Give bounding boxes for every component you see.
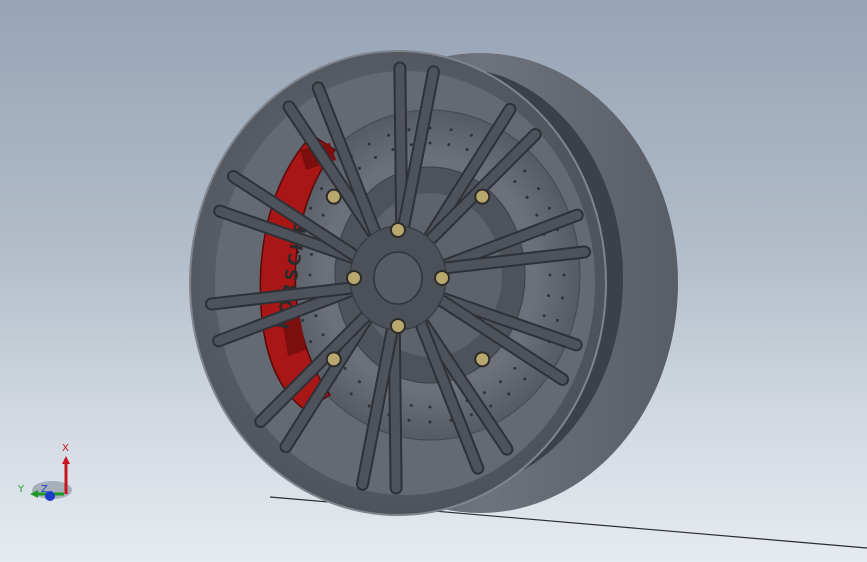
drill-hole xyxy=(482,391,486,395)
drill-hole xyxy=(309,252,313,256)
drill-hole xyxy=(349,392,353,396)
drill-hole xyxy=(357,380,361,384)
lug-nut xyxy=(390,318,406,334)
drill-hole xyxy=(535,213,539,217)
drill-hole xyxy=(489,404,493,408)
drill-hole xyxy=(513,366,517,370)
drill-hole xyxy=(309,206,313,210)
drill-hole xyxy=(499,380,503,384)
graphics-viewport[interactable]: PORSCHE X Y Z xyxy=(0,0,867,562)
drill-hole xyxy=(409,403,413,407)
orientation-triad[interactable] xyxy=(14,440,84,510)
drill-hole xyxy=(320,187,324,191)
triad-x-label: X xyxy=(62,443,69,454)
drill-hole xyxy=(555,318,559,322)
drill-hole xyxy=(387,133,391,137)
drill-hole xyxy=(542,314,546,318)
drill-hole xyxy=(469,133,473,137)
lug-nut xyxy=(346,270,362,286)
drill-hole xyxy=(562,273,566,277)
lug-nut xyxy=(325,188,342,205)
drill-hole xyxy=(523,169,527,173)
drill-hole xyxy=(547,294,551,298)
drill-hole xyxy=(536,187,540,191)
drill-hole xyxy=(357,166,361,170)
drill-hole xyxy=(301,318,305,322)
drill-hole xyxy=(469,413,473,417)
lug-nut xyxy=(474,188,491,205)
drill-hole xyxy=(548,273,552,277)
drill-hole xyxy=(321,333,325,337)
drill-hole xyxy=(391,147,395,151)
drill-hole xyxy=(314,314,318,318)
triad-y-label: Y xyxy=(18,484,25,495)
drill-hole xyxy=(321,213,325,217)
drill-hole xyxy=(547,206,551,210)
drill-hole xyxy=(407,128,411,132)
lug-nut xyxy=(390,222,406,238)
center-hub xyxy=(349,225,447,331)
drill-hole xyxy=(367,404,371,408)
drill-hole xyxy=(513,180,517,184)
drill-hole xyxy=(447,143,451,147)
wheel-model[interactable]: PORSCHE xyxy=(0,0,867,562)
drill-hole xyxy=(343,366,347,370)
drill-hole xyxy=(507,392,511,396)
drill-hole xyxy=(465,147,469,151)
triad-z-label: Z xyxy=(41,484,48,495)
drill-hole xyxy=(523,377,527,381)
drill-hole xyxy=(309,340,313,344)
lug-nut xyxy=(325,351,342,368)
drill-hole xyxy=(428,420,432,424)
drill-hole xyxy=(428,405,432,409)
drill-hole xyxy=(428,141,432,145)
drill-hole xyxy=(449,128,453,132)
drill-hole xyxy=(525,195,529,199)
drill-hole xyxy=(367,142,371,146)
drill-hole xyxy=(409,143,413,147)
lug-nut xyxy=(474,351,491,368)
drill-hole xyxy=(560,296,564,300)
drill-hole xyxy=(374,155,378,159)
drill-hole xyxy=(308,273,312,277)
drill-hole xyxy=(407,418,411,422)
center-cap xyxy=(373,251,423,305)
lug-nut xyxy=(434,270,450,286)
